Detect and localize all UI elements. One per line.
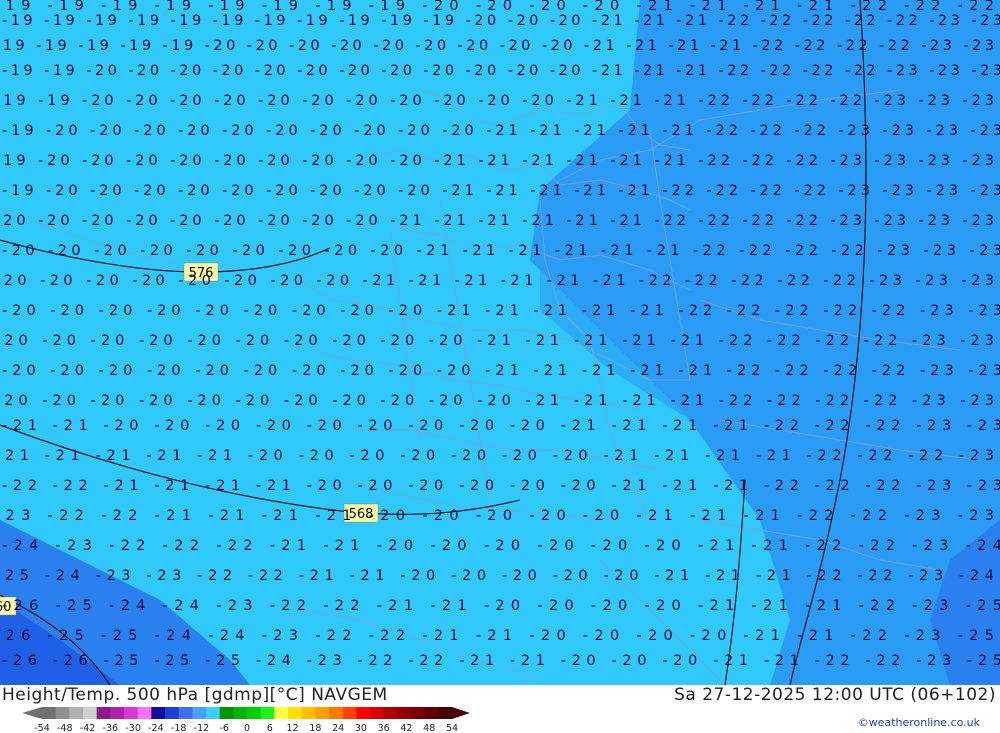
color-scale-legend: -54 -48 -42 -36 -30 -24 -18 -12 -6 0 6 12 18 24 30 36 42… [22, 707, 470, 733]
scale-swatch [110, 707, 125, 719]
scale-arrow-left [22, 707, 42, 719]
scale-tick-label: -42 [80, 723, 96, 733]
map-canvas: 576 568 560 -19 -19 -19 -19 -19 -19 -19 … [0, 0, 1000, 685]
scale-swatch [315, 707, 330, 719]
scale-swatch [383, 707, 398, 719]
scale-tick-label: -30 [125, 723, 141, 733]
scale-tick-label: -24 [148, 723, 164, 733]
temperature-row: -19 -20 -20 -20 -20 -20 -20 -20 -20 -20 … [2, 183, 1000, 199]
scale-swatch [274, 707, 289, 719]
scale-swatch [151, 707, 166, 719]
temperature-row: -24 -23 -22 -22 -22 -21 -21 -20 -20 -20 … [2, 538, 1000, 554]
scale-tick-label: 54 [446, 723, 458, 733]
scale-swatch [192, 707, 207, 719]
scale-tick-label: -36 [103, 723, 119, 733]
scale-swatch [42, 707, 57, 719]
scale-tick-label: 48 [423, 723, 435, 733]
scale-tick-label: 42 [400, 723, 412, 733]
scale-swatch [288, 707, 303, 719]
scale-swatch [69, 707, 84, 719]
scale-swatch [233, 707, 248, 719]
temperature-row: -20 -20 -20 -20 -20 -20 -20 -20 -20 -21 … [2, 303, 1000, 319]
scale-tick-label: 0 [244, 723, 250, 733]
map-footer: Height/Temp. 500 hPa [gdmp][°C] NAVGEM S… [0, 685, 1000, 733]
scale-tick-label: 18 [309, 723, 321, 733]
temperature-row: -26 -25 -24 -24 -23 -22 -22 -21 -21 -20 … [2, 598, 1000, 614]
scale-swatch [83, 707, 98, 719]
scale-tick-label: 12 [287, 723, 299, 733]
scale-swatch [342, 707, 357, 719]
scale-swatch [301, 707, 316, 719]
scale-swatch [370, 707, 385, 719]
scale-tick-label: -54 [34, 723, 50, 733]
scale-swatch [411, 707, 426, 719]
scale-swatch [137, 707, 152, 719]
scale-tick-label: 24 [332, 723, 344, 733]
scale-swatch [96, 707, 111, 719]
scale-tick-label: -12 [194, 723, 210, 733]
scale-swatch [55, 707, 70, 719]
weather-map: 576 568 560 -19 -19 -19 -19 -19 -19 -19 … [0, 0, 1000, 685]
scale-swatch [178, 707, 193, 719]
scale-swatch [329, 707, 344, 719]
scale-swatch [247, 707, 262, 719]
map-title: Height/Temp. 500 hPa [gdmp][°C] NAVGEM [2, 685, 388, 705]
scale-swatch [260, 707, 275, 719]
scale-swatch [219, 707, 234, 719]
temperature-row: -19 -20 -20 -20 -20 -20 -20 -20 -20 -20 … [2, 123, 1000, 139]
scale-swatch [124, 707, 139, 719]
scale-tick-label: 36 [378, 723, 390, 733]
credit-link[interactable]: ©weatheronline.co.uk [858, 716, 980, 729]
scale-swatch [165, 707, 180, 719]
scale-tick-label: 6 [267, 723, 273, 733]
scale-tick-label: -18 [171, 723, 187, 733]
valid-time: Sa 27-12-2025 12:00 UTC (06+102) [674, 685, 996, 705]
temperature-row: -20 -20 -20 -20 -20 -20 -20 -20 -20 -20 … [2, 363, 1000, 379]
scale-swatch [397, 707, 412, 719]
scale-tick-label: -48 [57, 723, 73, 733]
scale-swatch [424, 707, 439, 719]
scale-tick-label: 30 [355, 723, 367, 733]
scale-swatch [356, 707, 371, 719]
scale-swatch [206, 707, 221, 719]
scale-tick-label: -6 [219, 723, 228, 733]
scale-swatch [438, 707, 453, 719]
scale-arrow-right [452, 707, 470, 719]
